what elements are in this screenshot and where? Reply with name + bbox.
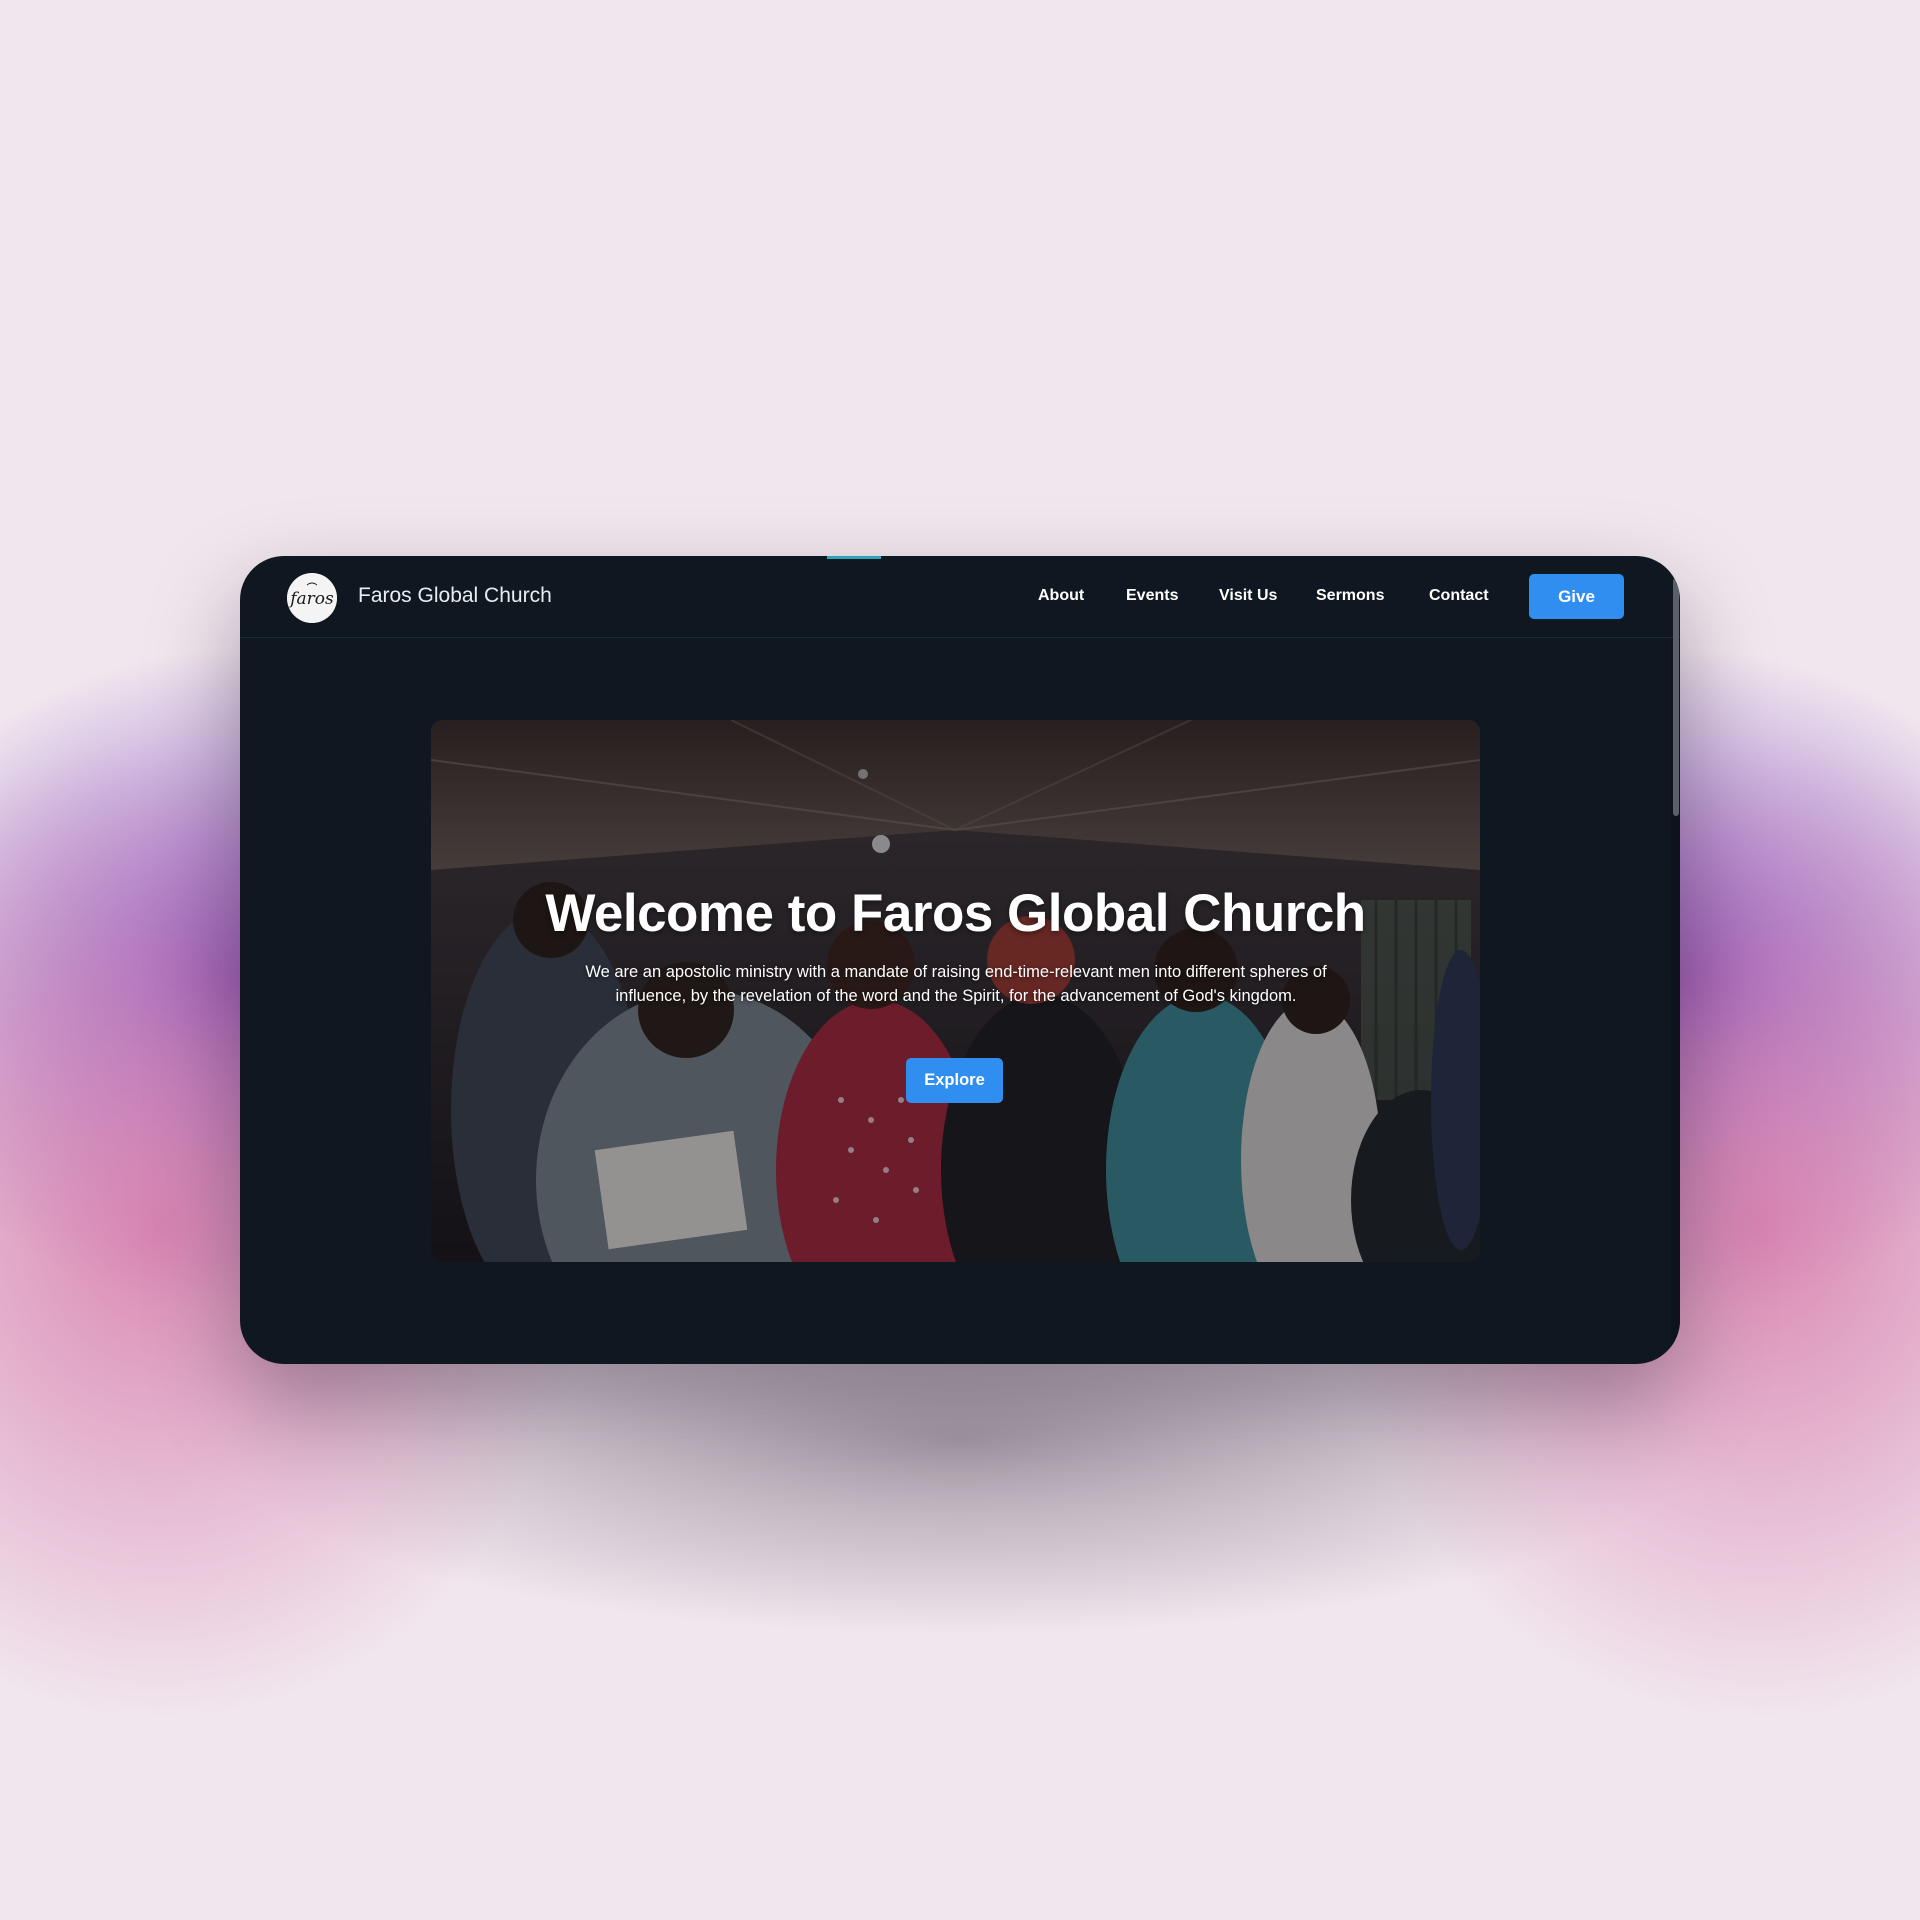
nav-link-contact[interactable]: Contact [1429,587,1489,605]
give-button[interactable]: Give [1529,574,1624,619]
navbar: faros Faros Global Church About Events V… [240,556,1680,638]
logo[interactable]: faros [287,573,337,623]
logo-text: faros [288,589,334,609]
scrollbar-thumb[interactable] [1673,578,1679,816]
nav-link-events[interactable]: Events [1126,587,1178,605]
hero-title: Welcome to Faros Global Church [545,884,1366,943]
brand-name[interactable]: Faros Global Church [358,584,552,608]
nav-link-sermons[interactable]: Sermons [1316,587,1384,605]
hero-description: We are an apostolic ministry with a mand… [585,963,1327,1005]
explore-button[interactable]: Explore [906,1058,1003,1103]
device-frame: faros Faros Global Church About Events V… [240,556,1680,1364]
logo-mark-icon: faros [287,573,337,623]
nav-link-visit-us[interactable]: Visit Us [1219,587,1277,605]
nav-link-about[interactable]: About [1038,587,1084,605]
hero-banner: Welcome to Faros Global Church We are an… [431,720,1480,1262]
